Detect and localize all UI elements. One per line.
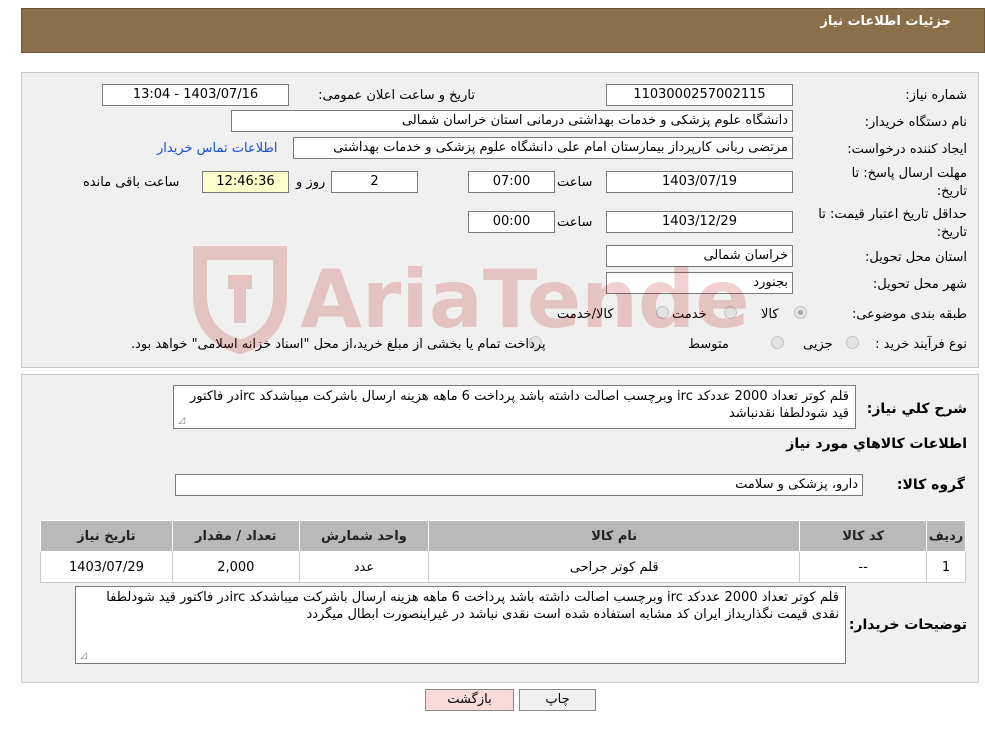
table-header-row: رديف کد کالا نام کالا واحد شمارش تعداد /… (40, 520, 966, 552)
days-remaining-field: 2 (331, 171, 418, 193)
col-header-quantity: تعداد / مقدار (171, 520, 300, 552)
buyer-notes-textarea[interactable]: قلم کوتر تعداد 2000 عددکد irc وبرچسب اصا… (75, 586, 846, 664)
col-header-unit: واحد شمارش (298, 520, 430, 552)
announce-datetime-field: 1403/07/16 - 13:04 (102, 84, 289, 106)
deadline-time-field: 07:00 (468, 171, 555, 193)
validity-time-field: 00:00 (468, 211, 555, 233)
col-header-need-date: تاریخ نیاز (40, 520, 173, 552)
goods-section-title: اطلاعات کالاهاي مورد نياز (786, 436, 967, 452)
deadline-time-label: ساعت (557, 175, 593, 190)
requester-label: ایجاد کننده درخواست: (847, 142, 967, 157)
buyer-org-label: نام دستگاه خریدار: (864, 115, 967, 130)
cell-item-code: -- (799, 551, 928, 583)
days-label: روز و (296, 175, 326, 190)
process-radio-minor[interactable] (846, 336, 859, 349)
col-header-row-number: رديف (926, 520, 966, 552)
category-radio-goods-service[interactable] (656, 306, 669, 319)
need-number-field: 1103000257002115 (606, 84, 793, 106)
validity-label-date: تاریخ: (936, 225, 967, 240)
description-label: شرح کلي نياز: (866, 401, 967, 417)
validity-time-label: ساعت (557, 215, 593, 230)
deadline-label: مهلت ارسال پاسخ: تا (851, 166, 967, 181)
print-button[interactable]: چاپ (519, 689, 596, 711)
category-radio-service[interactable] (724, 306, 737, 319)
description-text: قلم کوتر تعداد 2000 عددکد irc وبرچسب اصا… (189, 389, 849, 421)
category-option-goods-service: کالا/خدمت (557, 307, 614, 322)
deadline-date-field: 1403/07/19 (606, 171, 793, 193)
resize-grip-icon[interactable]: ◿ (78, 652, 87, 661)
category-radio-goods[interactable] (794, 306, 807, 319)
deadline-label-date: تاریخ: (936, 184, 967, 199)
process-radio-medium[interactable] (771, 336, 784, 349)
remaining-time-field: 12:46:36 (202, 171, 289, 193)
category-label: طبقه بندی موضوعی: (851, 307, 967, 322)
process-label: نوع فرآیند خرید : (875, 337, 967, 352)
city-label: شهر محل تحویل: (872, 277, 967, 292)
goods-group-field: دارو، پزشکی و سلامت (175, 474, 863, 496)
cell-quantity: 2,000 (171, 551, 300, 583)
cell-need-date: 1403/07/29 (40, 551, 173, 583)
province-label: استان محل تحویل: (865, 250, 967, 265)
process-option-medium: متوسط (688, 337, 729, 352)
col-header-item-code: کد کالا (799, 520, 928, 552)
resize-grip-icon[interactable]: ◿ (176, 417, 185, 426)
remaining-time-label: ساعت باقی مانده (83, 175, 180, 190)
process-note: پرداخت تمام یا بخشی از مبلغ خرید،از محل … (131, 337, 546, 352)
goods-group-label: گروه کالا: (896, 477, 965, 493)
buyer-org-field: دانشگاه علوم پزشکی و خدمات بهداشتی درمان… (231, 110, 793, 132)
goods-table: رديف کد کالا نام کالا واحد شمارش تعداد /… (40, 520, 966, 583)
cell-row-number: 1 (926, 551, 966, 583)
page-title: جزئیات اطلاعات نیاز (820, 14, 951, 29)
description-textarea[interactable]: قلم کوتر تعداد 2000 عددکد irc وبرچسب اصا… (173, 385, 856, 429)
announce-datetime-label: تاریخ و ساعت اعلان عمومی: (318, 88, 475, 103)
city-field: بجنورد (606, 272, 793, 294)
need-number-label: شماره نیاز: (905, 88, 967, 103)
buyer-notes-label: توضیحات خریدار: (848, 617, 967, 633)
col-header-item-name: نام کالا (428, 520, 801, 552)
category-option-goods: کالا (761, 307, 779, 322)
province-field: خراسان شمالی (606, 245, 793, 267)
cell-unit: عدد (298, 551, 430, 583)
validity-label: حداقل تاریخ اعتبار قیمت: تا (818, 207, 967, 222)
process-option-minor: جزیی (803, 337, 833, 352)
requester-field: مرتضی ربانی کارپرداز بیمارستان امام علی … (293, 137, 793, 159)
back-button[interactable]: بازگشت (425, 689, 514, 711)
buyer-contact-link[interactable]: اطلاعات تماس خریدار (157, 141, 277, 156)
table-row: 1 -- قلم کوتر جراحی عدد 2,000 1403/07/29 (40, 551, 966, 583)
cell-item-name: قلم کوتر جراحی (428, 551, 801, 583)
buyer-notes-text: قلم کوتر تعداد 2000 عددکد irc وبرچسب اصا… (106, 590, 839, 622)
category-option-service: خدمت (672, 307, 707, 322)
validity-date-field: 1403/12/29 (606, 211, 793, 233)
